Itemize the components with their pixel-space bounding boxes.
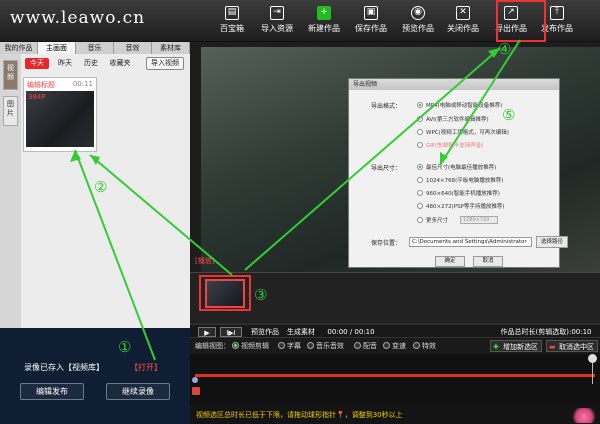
arrow-5 (439, 39, 521, 166)
annotation-3: ③ (254, 286, 268, 304)
arrowhead-2 (90, 155, 100, 165)
annotation-1: ① (118, 338, 132, 356)
annotation-overlay (70, 0, 546, 361)
annotation-4: ④ (498, 40, 512, 58)
annotation-2: ② (94, 178, 108, 196)
annotation-arrows (74, 39, 521, 361)
annotation-5: ⑤ (502, 106, 516, 124)
arrow-1 (74, 149, 156, 361)
annotation-box-thumb (199, 275, 251, 311)
arrow-2 (89, 154, 233, 276)
arrow-heads (70, 48, 500, 165)
arrow-4 (244, 47, 501, 271)
annotation-box-export (496, 0, 546, 42)
